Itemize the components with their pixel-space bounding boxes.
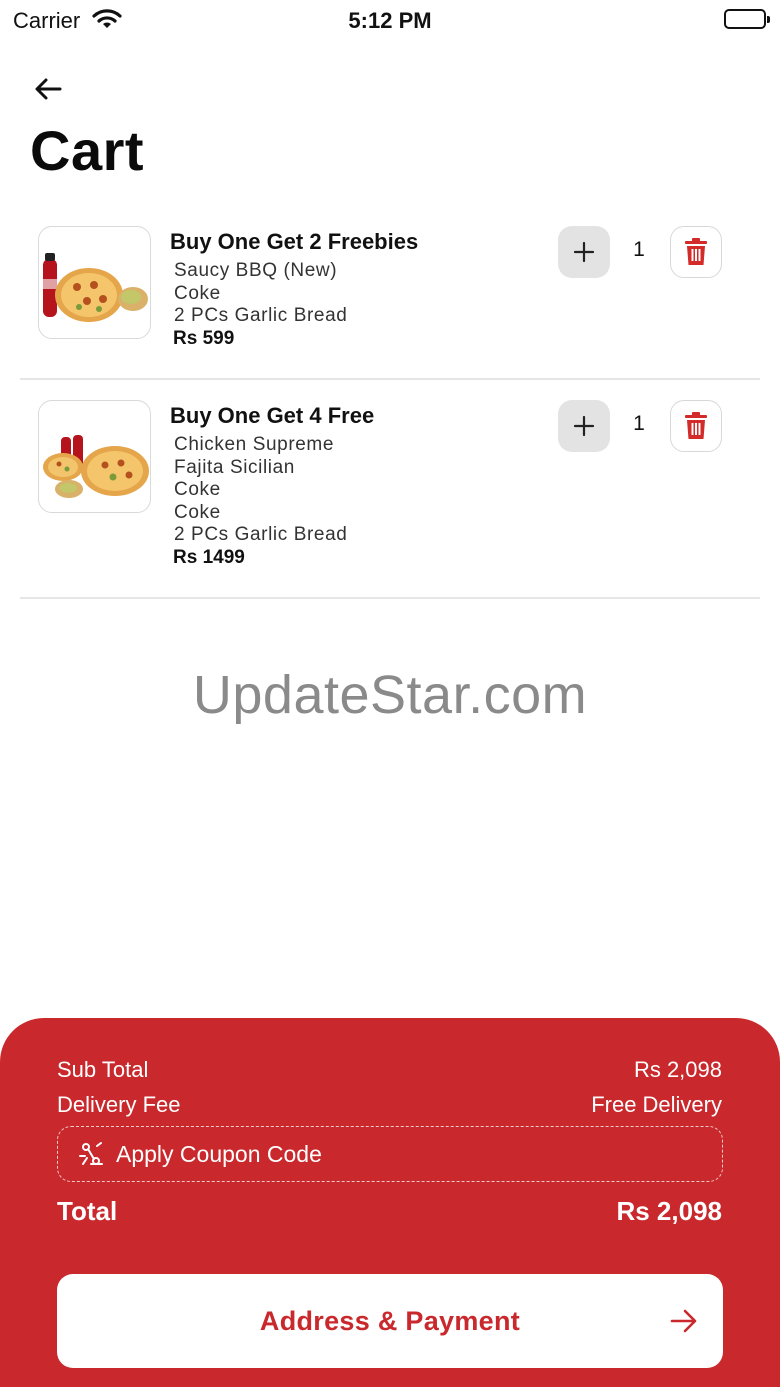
item-line: 2 PCs Garlic Bread bbox=[174, 305, 348, 326]
item-line: Fajita Sicilian bbox=[174, 456, 295, 478]
delivery-fee-row: Delivery Fee Free Delivery bbox=[57, 1092, 722, 1118]
increase-quantity-button[interactable] bbox=[558, 400, 610, 452]
increase-quantity-button[interactable] bbox=[558, 226, 610, 278]
item-price: Rs 599 bbox=[173, 327, 235, 349]
cart-item: Buy One Get 2 Freebies Saucy BBQ (New) C… bbox=[20, 218, 760, 380]
apply-coupon-button[interactable]: Apply Coupon Code bbox=[57, 1126, 723, 1182]
delivery-fee-label: Delivery Fee bbox=[57, 1092, 181, 1117]
quantity-value: 1 bbox=[633, 238, 645, 261]
item-line: Coke bbox=[174, 479, 221, 500]
battery-icon bbox=[724, 9, 770, 29]
status-bar: Carrier 5:12 PM bbox=[0, 0, 780, 40]
item-line: Coke bbox=[174, 282, 221, 304]
delete-item-button[interactable] bbox=[670, 400, 722, 452]
address-payment-button[interactable]: Address & Payment bbox=[57, 1274, 723, 1368]
coupon-icon bbox=[76, 1139, 106, 1169]
trash-icon bbox=[685, 412, 707, 439]
watermark: UpdateStar.com bbox=[192, 665, 588, 725]
item-line: Saucy BBQ (New) bbox=[174, 260, 338, 281]
item-price: Rs 1499 bbox=[173, 546, 245, 568]
page-title: Cart bbox=[30, 119, 145, 182]
item-name: Buy One Get 4 Free bbox=[170, 403, 375, 428]
back-arrow-icon bbox=[35, 78, 62, 100]
delete-item-button[interactable] bbox=[670, 226, 722, 278]
item-name: Buy One Get 2 Freebies bbox=[170, 229, 419, 254]
trash-icon bbox=[685, 238, 707, 265]
total-value: Rs 2,098 bbox=[616, 1196, 722, 1226]
subtotal-value: Rs 2,098 bbox=[633, 1057, 722, 1082]
item-line: 2 PCs Garlic Bread bbox=[174, 524, 348, 545]
clock: 5:12 PM bbox=[348, 8, 432, 33]
item-line: Chicken Supreme bbox=[174, 434, 335, 455]
plus-icon bbox=[573, 241, 595, 263]
order-summary-panel: Sub Total Rs 2,098 Delivery Fee Free Del… bbox=[0, 1018, 780, 1387]
subtotal-label: Sub Total bbox=[57, 1057, 149, 1082]
back-button[interactable] bbox=[30, 72, 66, 106]
plus-icon bbox=[573, 415, 595, 437]
delivery-fee-value: Free Delivery bbox=[591, 1092, 722, 1117]
total-row: Total Rs 2,098 bbox=[57, 1196, 722, 1227]
subtotal-row: Sub Total Rs 2,098 bbox=[57, 1057, 722, 1083]
product-image bbox=[38, 400, 151, 513]
quantity-value: 1 bbox=[633, 412, 645, 435]
product-image bbox=[38, 226, 151, 339]
item-line: Coke bbox=[174, 501, 221, 523]
coupon-label: Apply Coupon Code bbox=[116, 1140, 322, 1167]
address-payment-label: Address & Payment bbox=[259, 1305, 521, 1336]
arrow-right-icon bbox=[670, 1309, 697, 1333]
cart-item: Buy One Get 4 Free Chicken Supreme Fajit… bbox=[20, 392, 760, 599]
item-details: Chicken Supreme Fajita Sicilian Coke Cok… bbox=[173, 434, 348, 569]
total-label: Total bbox=[57, 1196, 118, 1226]
item-details: Saucy BBQ (New) Coke 2 PCs Garlic Bread … bbox=[173, 260, 348, 350]
